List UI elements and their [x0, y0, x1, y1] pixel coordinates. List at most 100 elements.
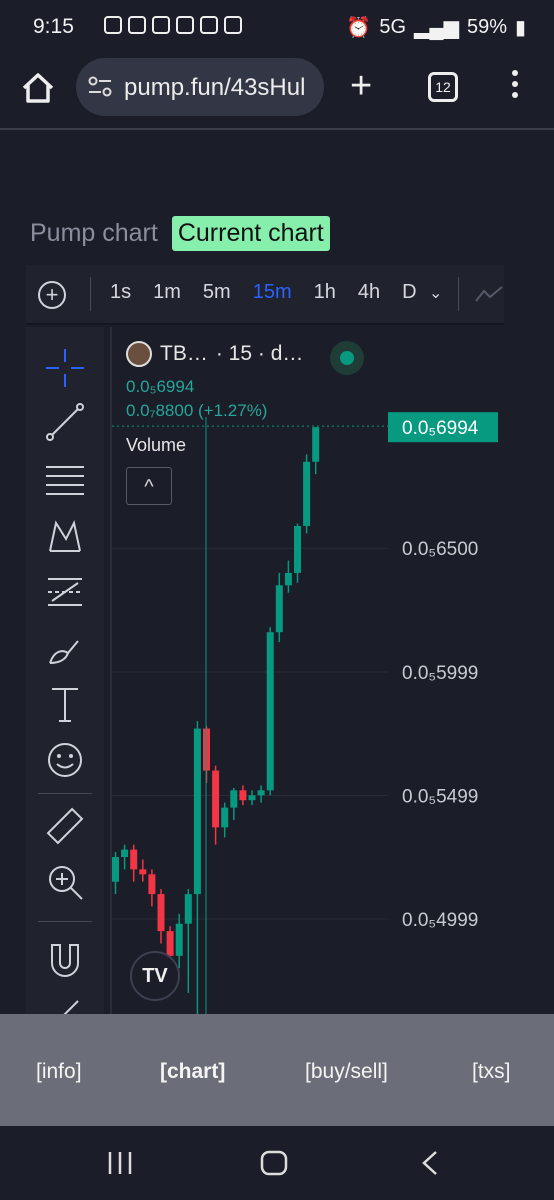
tradingview-logo[interactable]: TV [130, 951, 180, 1001]
candle-body [312, 427, 320, 462]
candle-body [121, 849, 129, 858]
interval-4h[interactable]: 4h [358, 281, 380, 304]
nav-buy-sell[interactable]: [buy/sell] [305, 1060, 388, 1084]
trend-line-icon[interactable] [44, 401, 86, 443]
tab-current-chart[interactable]: Current chart [171, 216, 330, 251]
candle-body [266, 632, 274, 791]
price-tick-label: 0.0₅6500 [402, 539, 478, 560]
candle-body [148, 874, 156, 895]
app-icon [200, 16, 218, 34]
address-bar[interactable]: pump.fun/43sHul [76, 58, 324, 116]
price-pane[interactable]: 0.0₅6500 0.0₅5999 0.0₅5499 0.0₅4999 0.0₅6994… [110, 327, 504, 1015]
chart-type-icon[interactable] [474, 283, 504, 305]
instagram-icon-2 [152, 16, 170, 34]
symbol-legend: TB… · 15 · d… [126, 341, 303, 367]
tradingview-widget: + 1s 1m 5m 15m 1h 4h D ⌄ 0.0₅6500 0.0₅5999 0.0₅5… [26, 265, 504, 1015]
candle-body [257, 790, 265, 796]
candle-body [184, 894, 192, 924]
nav-txs[interactable]: [txs] [472, 1060, 511, 1084]
add-indicator-icon[interactable]: + [38, 281, 66, 309]
ohlc-change-value: 0.0₇8800 (+1.27%) [126, 401, 268, 420]
candle-body [193, 728, 201, 895]
candle-body [221, 807, 229, 828]
url-text: pump.fun/43sHul [124, 74, 306, 101]
tab-switcher-button[interactable]: 12 [428, 72, 458, 102]
candle-body [175, 923, 183, 956]
text-icon[interactable] [44, 683, 86, 725]
nav-info[interactable]: [info] [36, 1060, 82, 1084]
magnet-icon[interactable] [44, 939, 86, 981]
emoji-icon[interactable] [44, 739, 86, 781]
battery-label: 59% [466, 16, 507, 38]
home-nav-icon[interactable] [260, 1150, 288, 1176]
brush-icon[interactable] [44, 627, 86, 669]
status-bar: 9:15 ⏰ 5G ▂▄▆ 59% ▮ [0, 0, 554, 56]
interval-1s[interactable]: 1s [110, 281, 131, 304]
interval-D[interactable]: D [402, 281, 416, 304]
candle-body [112, 857, 119, 882]
nav-chart[interactable]: [chart] [160, 1060, 225, 1084]
candle-body [166, 931, 174, 956]
price-tick-label: 0.0₅4999 [402, 910, 478, 931]
candle-body [284, 572, 292, 586]
fib-retracement-icon[interactable] [44, 459, 86, 501]
chart-top-toolbar: + 1s 1m 5m 15m 1h 4h D ⌄ [26, 265, 504, 325]
zoom-in-icon[interactable] [44, 861, 86, 903]
tab-pump-chart[interactable]: Pump chart [30, 219, 158, 248]
chart-selector: Pump chart Current chart [30, 216, 330, 251]
interval-selector: 1s 1m 5m 15m 1h 4h D [110, 281, 439, 304]
network-label: 5G [379, 16, 407, 38]
toolbar-divider [458, 277, 459, 311]
recents-icon[interactable] [106, 1150, 134, 1176]
prediction-icon[interactable] [44, 571, 86, 613]
collapse-legend-button[interactable]: ^ [126, 467, 172, 505]
candle-body [248, 795, 256, 801]
candle-body [230, 790, 238, 808]
candle-body [303, 461, 311, 526]
alarm-icon: ⏰ [346, 17, 372, 39]
new-tab-icon[interactable]: + [350, 66, 372, 106]
signal-icon: ▂▄▆ [414, 17, 459, 39]
price-tick-label: 0.0₅5499 [402, 787, 478, 808]
crosshair-icon[interactable] [44, 347, 86, 389]
interval-5m[interactable]: 5m [203, 281, 231, 304]
candle-body [157, 894, 165, 932]
browser-toolbar: pump.fun/43sHul + 12 [0, 56, 554, 130]
legend-symbol: TB… [160, 342, 208, 365]
wallet-icon [224, 16, 242, 34]
youtube-icon [176, 16, 194, 34]
candle-body [294, 525, 301, 573]
system-nav-bar [0, 1126, 554, 1200]
chevron-down-icon[interactable]: ⌄ [429, 283, 442, 303]
legend-meta: · 15 · d… [215, 342, 304, 365]
more-menu-icon[interactable] [512, 70, 520, 104]
toolbar-divider [90, 277, 91, 311]
price-tick-label: 0.0₅5999 [402, 663, 478, 684]
back-icon[interactable] [420, 1150, 440, 1176]
candle-body [275, 585, 283, 633]
candle-body [212, 770, 220, 828]
drawing-toolbar [26, 327, 104, 1015]
interval-15m[interactable]: 15m [253, 281, 292, 304]
candle-body [239, 790, 247, 801]
candle-body [139, 869, 147, 875]
bottom-nav: [info] [chart] [buy/sell] [txs] [0, 1014, 554, 1126]
status-right: ⏰ 5G ▂▄▆ 59% ▮ [346, 15, 526, 40]
pattern-icon[interactable] [44, 515, 86, 557]
ohlc-close-value: 0.0₅6994 [126, 377, 195, 396]
interval-1m[interactable]: 1m [153, 281, 181, 304]
interval-1h[interactable]: 1h [314, 281, 336, 304]
home-icon[interactable] [18, 68, 58, 108]
toolbar-separator [38, 793, 92, 794]
market-status-icon[interactable] [330, 341, 364, 375]
ruler-icon[interactable] [44, 805, 86, 847]
token-avatar [126, 341, 152, 367]
battery-icon: ▮ [514, 17, 526, 39]
toolbar-separator [38, 921, 92, 922]
status-time: 9:15 [33, 15, 74, 38]
instagram-icon [128, 16, 146, 34]
notification-icons [80, 16, 242, 34]
site-settings-icon[interactable] [88, 76, 112, 98]
lock-pen-icon[interactable] [44, 993, 86, 1015]
candlestick-chart[interactable]: 0.0₅6500 0.0₅5999 0.0₅5499 0.0₅4999 0.0₅6994 [112, 327, 504, 1015]
